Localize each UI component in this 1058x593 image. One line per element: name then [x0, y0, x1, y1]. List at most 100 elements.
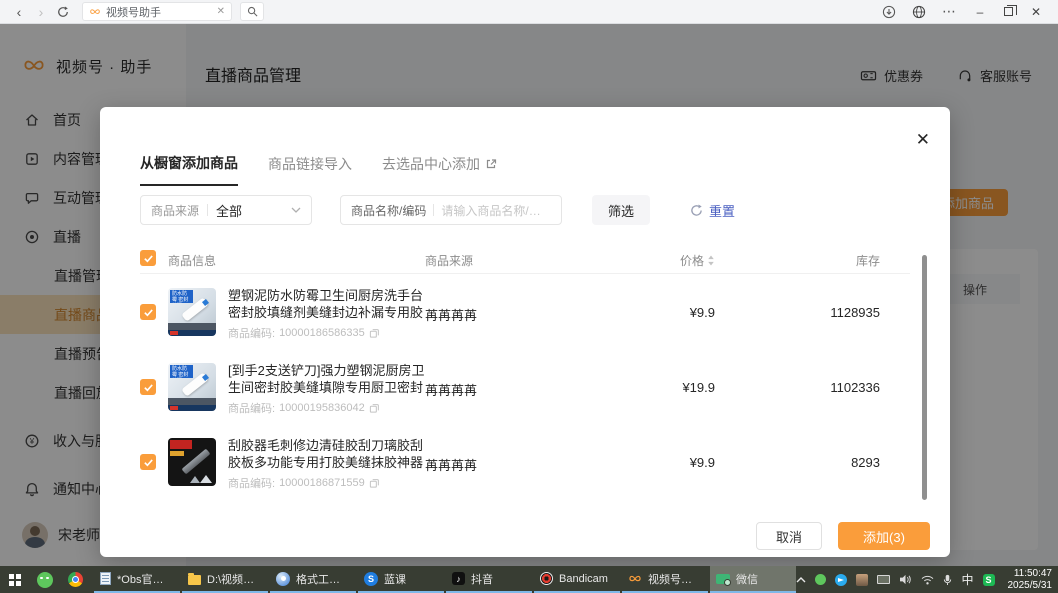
- taskbar-button-label: 格式工厂 X64 ...: [296, 571, 350, 587]
- external-link-icon: [485, 158, 497, 170]
- confirm-add-button[interactable]: 添加(3): [838, 522, 930, 550]
- reload-icon: [57, 6, 69, 18]
- taskbar-button-channels-live[interactable]: 视频号直播伴侣: [622, 566, 708, 593]
- tray-microphone-icon[interactable]: [943, 574, 952, 586]
- product-code: 10000195836042: [279, 402, 365, 414]
- cancel-button[interactable]: 取消: [756, 522, 822, 550]
- copy-icon[interactable]: [369, 478, 380, 489]
- taskbar-button-label: D:\视频号直播...: [207, 571, 262, 587]
- reload-button[interactable]: [52, 2, 74, 22]
- search-placeholder: 请输入商品名称/编码搜索: [441, 202, 551, 219]
- forward-button[interactable]: ›: [30, 2, 52, 22]
- tray-wechat-icon[interactable]: [815, 574, 826, 585]
- taskbar-clock[interactable]: 11:50:47 2025/5/31: [1004, 568, 1053, 592]
- tray-messenger-icon[interactable]: [835, 574, 847, 586]
- source-select-label: 商品来源: [151, 202, 199, 219]
- column-product-source: 商品来源: [425, 252, 473, 269]
- notepad-icon: [100, 572, 111, 585]
- lanke-icon: S: [364, 572, 378, 586]
- taskbar-button-wechat[interactable]: 微信: [710, 566, 796, 593]
- tray-s-app-icon[interactable]: S: [983, 574, 995, 586]
- sort-icon[interactable]: [707, 255, 715, 269]
- taskbar-button-folder[interactable]: D:\视频号直播...: [182, 566, 268, 593]
- modal-close-icon[interactable]: ✕: [916, 131, 930, 148]
- globe-icon: [912, 5, 926, 19]
- column-price: 价格: [620, 252, 715, 269]
- product-code: 10000186586335: [279, 327, 365, 339]
- tab-selection-center[interactable]: 去选品中心添加: [382, 153, 497, 186]
- product-price: ¥9.9: [620, 455, 715, 470]
- select-all-checkbox[interactable]: [140, 250, 156, 266]
- taskbar-button-douyin[interactable]: ♪ 抖音: [446, 566, 532, 593]
- row-checkbox[interactable]: [140, 304, 156, 320]
- tray-network-icon[interactable]: [921, 575, 934, 585]
- tab-label: 去选品中心添加: [382, 154, 480, 174]
- divider: [207, 204, 208, 216]
- product-search-input[interactable]: 商品名称/编码 请输入商品名称/编码搜索: [340, 195, 562, 225]
- download-button[interactable]: [876, 2, 902, 22]
- browser-tab[interactable]: 视频号助手 ✕: [82, 2, 232, 21]
- back-button[interactable]: ‹: [8, 2, 30, 22]
- tray-avatar-icon[interactable]: [856, 574, 868, 586]
- taskbar-button-bandicam[interactable]: Bandicam: [534, 566, 620, 593]
- source-select[interactable]: 商品来源 全部: [140, 195, 312, 225]
- row-checkbox[interactable]: [140, 454, 156, 470]
- close-window-button[interactable]: ✕: [1022, 1, 1050, 23]
- tab-import-by-link[interactable]: 商品链接导入: [268, 153, 352, 186]
- product-stock: 8293: [780, 455, 880, 470]
- tray-volume-icon[interactable]: [899, 574, 912, 585]
- folder-icon: [188, 575, 201, 585]
- column-price-label: 价格: [680, 254, 704, 268]
- channels-live-icon: [628, 572, 642, 586]
- row-checkbox[interactable]: [140, 379, 156, 395]
- taskbar-button-obs-notes[interactable]: *Obs官网电脑...: [94, 566, 180, 593]
- globe-button[interactable]: [906, 2, 932, 22]
- divider: [433, 204, 434, 216]
- wechat-launcher[interactable]: [30, 566, 60, 593]
- input-method-indicator[interactable]: 中: [961, 571, 973, 588]
- search-button[interactable]: [240, 2, 264, 21]
- tab-label: 商品链接导入: [268, 154, 352, 174]
- taskbar-button-label: 视频号直播伴侣: [648, 571, 702, 587]
- product-stock: 1102336: [780, 380, 880, 395]
- chrome-icon: [68, 572, 83, 587]
- product-code: 10000186871559: [279, 477, 365, 489]
- tray-display-icon[interactable]: [877, 575, 890, 584]
- product-name: 塑钢泥防水防霉卫生间厨房洗手台密封胶填缝剂美缝封边补漏专用胶150ml...: [228, 287, 428, 321]
- copy-icon[interactable]: [369, 403, 380, 414]
- product-source: 苒苒苒苒: [425, 380, 477, 399]
- table-row: 刮胶器毛刺修边清硅胶刮刀璃胶刮胶板多功能专用打胶美缝抹胶神器 商品编码: 100…: [140, 425, 910, 500]
- table-row: 防水防霉 密封补漏 塑钢泥防水防霉卫生间厨房洗手台密封胶填缝剂美缝封边补漏专用胶…: [140, 275, 910, 350]
- start-button[interactable]: [0, 566, 30, 593]
- taskbar: *Obs官网电脑... D:\视频号直播... 格式工厂 X64 ... S 蓝…: [0, 566, 1058, 593]
- reset-button[interactable]: 重置: [690, 201, 735, 220]
- douyin-icon: ♪: [452, 572, 465, 585]
- product-code-label: 商品编码:: [228, 475, 275, 491]
- tray-expand-button[interactable]: [796, 577, 806, 583]
- windows-logo-icon: [9, 574, 21, 586]
- reset-label: 重置: [709, 201, 735, 220]
- table-header: 商品信息 商品来源 价格 库存: [140, 247, 910, 274]
- check-icon: [143, 253, 154, 264]
- chrome-launcher[interactable]: [60, 566, 90, 593]
- product-source: 苒苒苒苒: [425, 455, 477, 474]
- tab-add-from-showcase[interactable]: 从橱窗添加商品: [140, 153, 238, 186]
- filter-button[interactable]: 筛选: [592, 195, 650, 225]
- restore-button[interactable]: [994, 1, 1022, 23]
- product-name: 刮胶器毛刺修边清硅胶刮刀璃胶刮胶板多功能专用打胶美缝抹胶神器: [228, 437, 428, 471]
- product-price: ¥9.9: [620, 305, 715, 320]
- clock-date: 2025/5/31: [1008, 580, 1053, 592]
- column-stock: 库存: [780, 252, 880, 269]
- product-stock: 1128935: [780, 305, 880, 320]
- taskbar-button-formatfactory[interactable]: 格式工厂 X64 ...: [270, 566, 356, 593]
- tab-close-icon[interactable]: ✕: [217, 6, 225, 17]
- menu-dots-button[interactable]: ⋯: [936, 2, 962, 22]
- product-rows: 防水防霉 密封补漏 塑钢泥防水防霉卫生间厨房洗手台密封胶填缝剂美缝封边补漏专用胶…: [140, 275, 910, 500]
- copy-icon[interactable]: [369, 328, 380, 339]
- source-select-value: 全部: [216, 201, 283, 220]
- minimize-button[interactable]: –: [966, 1, 994, 23]
- taskbar-button-label: 蓝课: [384, 571, 406, 587]
- taskbar-button-lanke[interactable]: S 蓝课: [358, 566, 444, 593]
- clock-time: 11:50:47: [1008, 568, 1053, 580]
- modal-scrollbar[interactable]: [922, 255, 927, 500]
